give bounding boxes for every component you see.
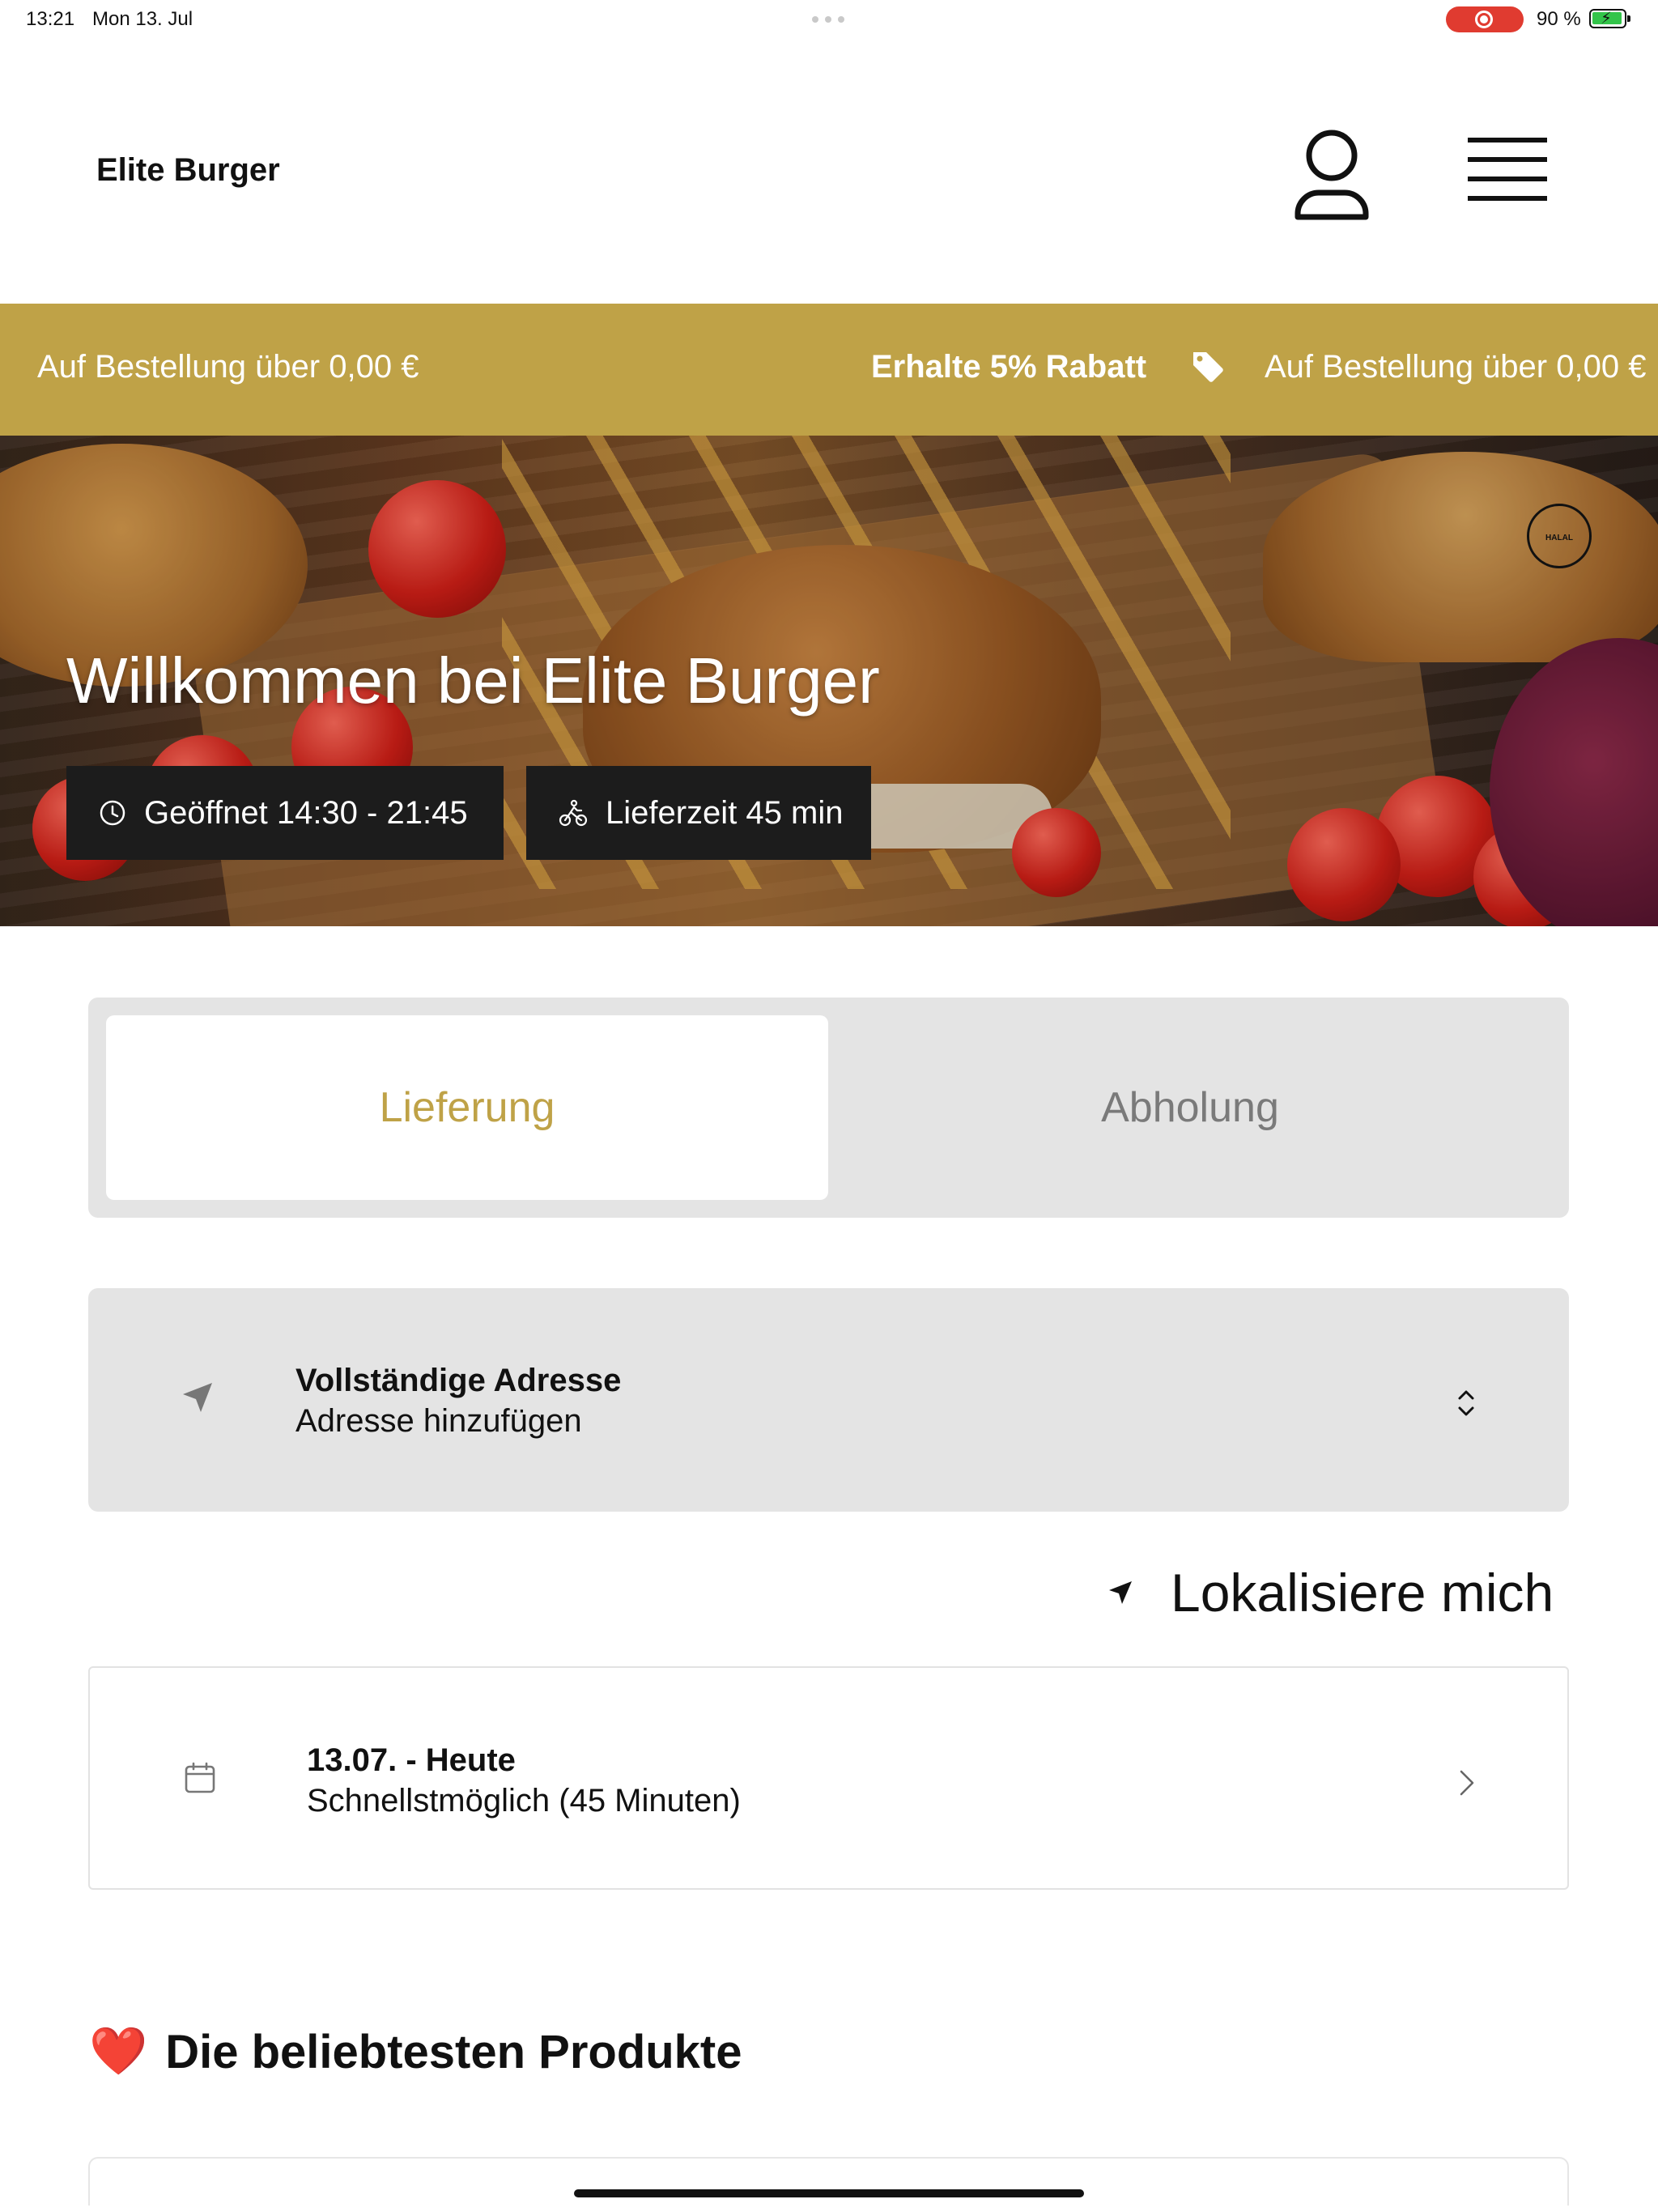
opening-hours-text: Geöffnet 14:30 - 21:45 bbox=[144, 794, 468, 831]
location-arrow-icon bbox=[1109, 1581, 1132, 1604]
delivery-time-chip: Lieferzeit 45 min bbox=[526, 766, 871, 860]
tag-icon bbox=[1190, 349, 1231, 389]
promo-highlight: Erhalte 5% Rabatt bbox=[871, 349, 1147, 385]
multitasking-dots-icon[interactable] bbox=[812, 16, 846, 23]
delivery-time-selector[interactable]: 13.07. - Heute Schnellstmöglich (45 Minu… bbox=[88, 1666, 1569, 1890]
screen-recording-icon[interactable] bbox=[1446, 6, 1524, 32]
address-title: Vollständige Adresse bbox=[295, 1363, 622, 1398]
calendar-icon bbox=[185, 1762, 215, 1793]
status-bar: 13:21 Mon 13. Jul 90 % ⚡ bbox=[0, 0, 1658, 39]
locate-me-button[interactable]: Lokalisiere mich bbox=[1107, 1556, 1554, 1629]
address-selector[interactable]: Vollständige Adresse Adresse hinzufügen bbox=[88, 1288, 1569, 1512]
battery-percent: 90 % bbox=[1537, 8, 1581, 30]
order-type-toggle: Lieferung Abholung bbox=[88, 998, 1569, 1218]
address-placeholder: Adresse hinzufügen bbox=[295, 1403, 582, 1439]
schedule-date: 13.07. - Heute bbox=[307, 1742, 516, 1778]
tab-pickup[interactable]: Abholung bbox=[829, 1015, 1551, 1200]
promo-text-right: Auf Bestellung über 0,00 € bbox=[1265, 349, 1647, 385]
opening-hours-chip: Geöffnet 14:30 - 21:45 bbox=[66, 766, 504, 860]
status-time: 13:21 bbox=[26, 8, 75, 30]
tab-delivery[interactable]: Lieferung bbox=[106, 1015, 828, 1200]
promo-text-left: Auf Bestellung über 0,00 € bbox=[37, 349, 419, 385]
app-header: Elite Burger bbox=[0, 39, 1658, 304]
popular-products-heading: ❤️ Die beliebtesten Produkte bbox=[89, 2024, 742, 2079]
location-arrow-icon bbox=[183, 1383, 212, 1412]
user-icon[interactable] bbox=[1291, 126, 1372, 223]
schedule-time: Schnellstmöglich (45 Minuten) bbox=[307, 1783, 741, 1819]
heart-icon: ❤️ bbox=[89, 2025, 148, 2078]
delivery-time-text: Lieferzeit 45 min bbox=[606, 794, 844, 831]
bicycle-courier-icon bbox=[559, 799, 588, 827]
product-card[interactable] bbox=[88, 2157, 1569, 2206]
locate-me-label: Lokalisiere mich bbox=[1171, 1563, 1554, 1623]
hamburger-menu-icon[interactable] bbox=[1461, 134, 1554, 207]
popular-products-title: Die beliebtesten Produkte bbox=[165, 2025, 742, 2078]
clock-icon bbox=[100, 800, 125, 826]
brand-name[interactable]: Elite Burger bbox=[96, 152, 280, 189]
hero-title: Willkommen bei Elite Burger bbox=[66, 644, 880, 717]
chevron-up-down-icon bbox=[1458, 1390, 1474, 1416]
chevron-right-icon bbox=[1460, 1770, 1474, 1796]
home-indicator[interactable] bbox=[574, 2189, 1084, 2197]
battery-charging-icon: ⚡ bbox=[1589, 9, 1630, 28]
halal-badge: HALAL bbox=[1527, 504, 1592, 568]
promo-banner[interactable]: Auf Bestellung über 0,00 € Erhalte 5% Ra… bbox=[0, 304, 1658, 436]
status-date: Mon 13. Jul bbox=[92, 8, 193, 30]
